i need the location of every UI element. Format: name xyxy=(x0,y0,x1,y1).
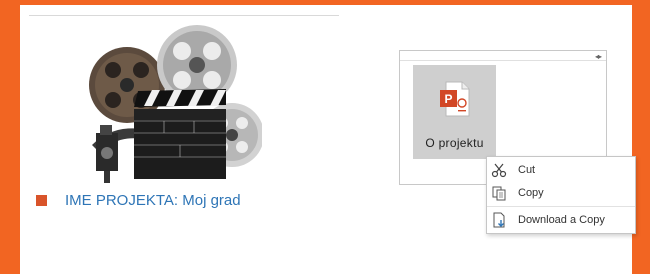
project-title-link[interactable]: IME PROJEKTA: Moj grad xyxy=(65,192,241,209)
project-title-row: IME PROJEKTA: Moj grad xyxy=(36,189,241,211)
film-reels-illustration xyxy=(89,25,262,183)
menu-separator xyxy=(487,206,635,207)
menu-item-download-copy[interactable]: Download a Copy xyxy=(487,209,635,231)
copy-icon xyxy=(492,186,506,201)
menu-item-label: Download a Copy xyxy=(518,214,605,226)
file-tile[interactable]: P O projektu xyxy=(413,65,496,159)
divider xyxy=(29,15,339,16)
panel-header-divider xyxy=(400,60,606,61)
download-icon xyxy=(493,212,505,228)
menu-item-cut[interactable]: Cut xyxy=(487,159,635,181)
menu-item-label: Copy xyxy=(518,187,544,199)
page-content: IME PROJEKTA: Moj grad ◂▸ P O projektu C… xyxy=(20,5,636,274)
menu-item-label: Cut xyxy=(518,164,536,176)
menu-item-copy[interactable]: Copy xyxy=(487,182,635,204)
scissors-icon xyxy=(491,163,507,178)
svg-text:P: P xyxy=(444,92,452,106)
context-menu: Cut Copy Download a Copy xyxy=(486,156,636,234)
powerpoint-file-icon: P xyxy=(440,81,470,117)
bullet-square-icon xyxy=(36,194,47,206)
file-name-label: O projektu xyxy=(425,136,484,150)
